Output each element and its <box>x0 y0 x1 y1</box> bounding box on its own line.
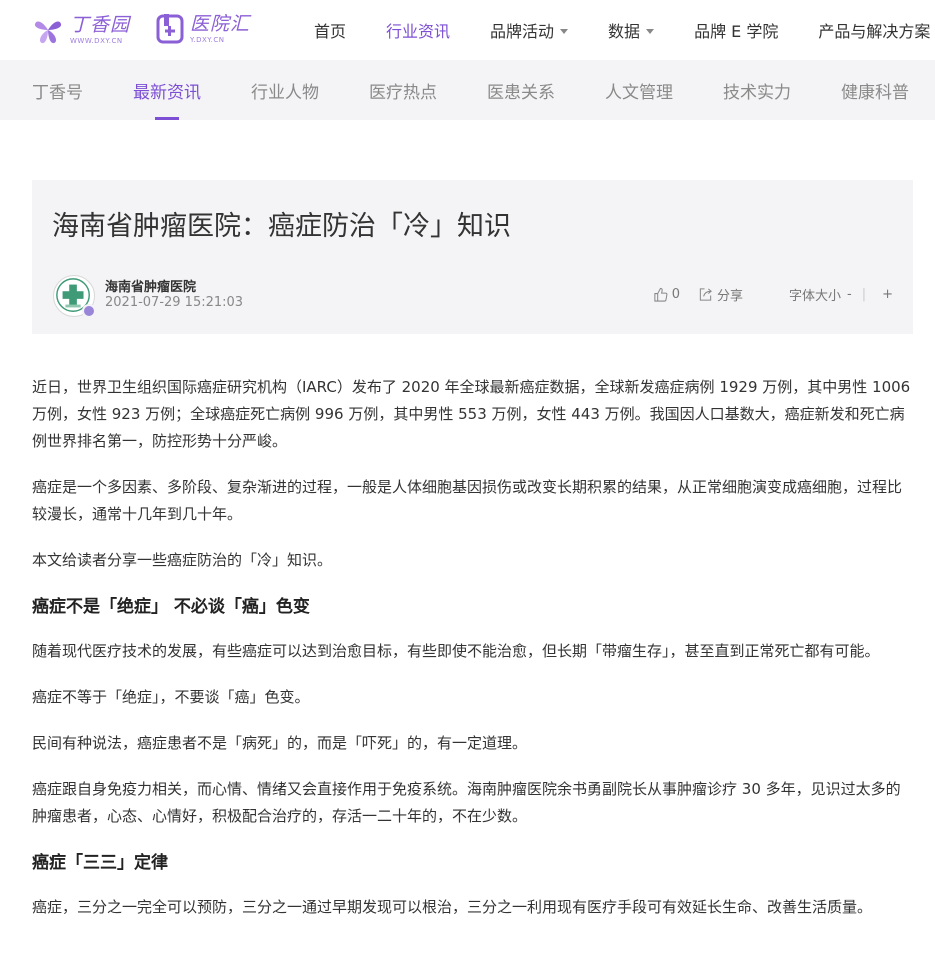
hospital-hub-logo-url: Y.DXY.CN <box>190 35 225 44</box>
chevron-down-icon <box>560 28 569 34</box>
font-decrease-button[interactable]: - <box>847 287 852 302</box>
article-paragraph: 癌症不等于「绝症」，不要谈「癌」色变。 <box>32 688 310 706</box>
article-paragraph: 民间有种说法，癌症患者不是「病死」的，而是「吓死」的，有一定道理。 <box>32 734 528 752</box>
font-size-control: 字体大小 - | + <box>789 285 893 304</box>
nav-label: 品牌活动 <box>490 22 555 41</box>
font-size-label: 字体大小 <box>788 289 841 304</box>
dxy-logo-url: WWW.DXY.CN <box>70 36 123 45</box>
nav-label: 品牌 E 学院 <box>694 22 779 41</box>
nav-label: 行业资讯 <box>386 22 451 41</box>
article-paragraph: 近日，世界卫生组织国际癌症研究机构（IARC）发布了 2020 年全球最新癌症数… <box>32 378 911 450</box>
publish-date: 2021-07-29 15:21:03 <box>105 295 244 310</box>
author-name[interactable]: 海南省肿瘤医院 <box>105 276 196 295</box>
hospital-hub-logo[interactable]: 医院汇 Y.DXY.CN <box>156 14 250 44</box>
nav-brand-academy[interactable]: 品牌 E 学院 <box>694 18 778 42</box>
like-count: 0 <box>671 287 680 302</box>
font-size-divider: | <box>861 287 867 302</box>
share-icon <box>699 288 712 301</box>
article-paragraph: 癌症跟自身免疫力相关，而心情、情绪又会直接作用于免疫系统。海南肿瘤医院余书勇副院… <box>32 780 901 825</box>
tab-doctor-patient[interactable]: 医患关系 <box>487 60 555 120</box>
nav-label: 数据 <box>608 22 641 41</box>
tab-technical-strength[interactable]: 技术实力 <box>723 60 791 120</box>
dxy-logo-text: 丁香园 <box>70 13 131 36</box>
tab-medical-hotspots[interactable]: 医疗热点 <box>369 60 437 120</box>
tab-latest-news[interactable]: 最新资讯 <box>133 60 201 120</box>
article-paragraph: 随着现代医疗技术的发展，有些癌症可以达到治愈目标，有些即使不能治愈，但长期「带瘤… <box>32 642 880 660</box>
main-nav: 首页 行业资讯 品牌活动 数据 品牌 E 学院 产品与解决方案 <box>314 0 935 60</box>
verified-badge-icon <box>82 304 96 318</box>
tab-industry-people[interactable]: 行业人物 <box>251 60 319 120</box>
section-heading: 癌症不是「绝症」 不必谈「癌」色变 <box>32 597 310 617</box>
hospital-hub-logo-text: 医院汇 <box>190 12 251 35</box>
tab-humanistic-management[interactable]: 人文管理 <box>605 60 673 120</box>
hospital-cross-logo-icon <box>156 14 184 44</box>
article-actions: 0 分享 字体大小 - | + <box>653 285 893 304</box>
like-button[interactable]: 0 <box>653 287 680 302</box>
share-label: 分享 <box>716 289 743 304</box>
thumbs-up-icon <box>654 287 668 302</box>
article-paragraph: 本文给读者分享一些癌症防治的「冷」知识。 <box>32 551 333 569</box>
nav-products-solutions[interactable]: 产品与解决方案 <box>818 18 930 42</box>
article-paragraph: 癌症，三分之一完全可以预防，三分之一通过早期发现可以根治，三分之一利用现有医疗手… <box>32 898 873 916</box>
article-paragraph: 癌症是一个多因素、多阶段、复杂渐进的过程，一般是人体细胞基因损伤或改变长期积累的… <box>32 478 903 523</box>
article-body: 近日，世界卫生组织国际癌症研究机构（IARC）发布了 2020 年全球最新癌症数… <box>32 374 913 940</box>
tab-health-science[interactable]: 健康科普 <box>841 60 909 120</box>
section-heading: 癌症「三三」定律 <box>32 853 168 873</box>
article-title: 海南省肿瘤医院：癌症防治「冷」知识 <box>52 211 511 242</box>
nav-label: 首页 <box>314 22 347 41</box>
nav-label: 产品与解决方案 <box>818 22 931 41</box>
font-increase-button[interactable]: + <box>882 287 893 302</box>
nav-data[interactable]: 数据 <box>608 18 655 42</box>
clove-flower-logo-icon <box>34 21 62 44</box>
article-header: 海南省肿瘤医院：癌症防治「冷」知识 海南省肿瘤医院 2021-07-29 15:… <box>32 180 913 334</box>
avatar[interactable] <box>53 275 96 318</box>
nav-industry-news[interactable]: 行业资讯 <box>386 18 450 42</box>
tab-dxy-account[interactable]: 丁香号 <box>32 60 83 120</box>
nav-brand-events[interactable]: 品牌活动 <box>490 18 569 42</box>
category-tabs: 丁香号 最新资讯 行业人物 医疗热点 医患关系 人文管理 技术实力 健康科普 <box>0 60 935 120</box>
top-header: 丁香园 WWW.DXY.CN 医院汇 Y.DXY.CN 首页 行业资讯 品牌活动… <box>0 0 935 60</box>
dxy-logo[interactable]: 丁香园 WWW.DXY.CN <box>32 14 130 46</box>
chevron-down-icon <box>646 28 655 34</box>
nav-home[interactable]: 首页 <box>314 18 346 42</box>
share-button[interactable]: 分享 <box>698 285 743 304</box>
